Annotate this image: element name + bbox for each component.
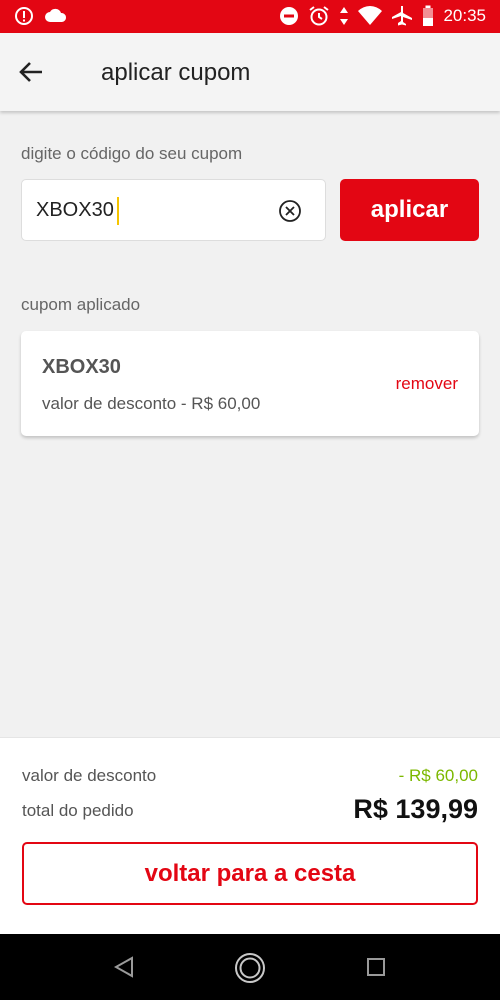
- data-arrows-icon: [339, 6, 349, 26]
- applied-coupon-code: XBOX30: [42, 356, 121, 378]
- coupon-code-input[interactable]: [36, 180, 276, 240]
- back-to-basket-button[interactable]: voltar para a cesta: [22, 842, 478, 905]
- alert-icon: [14, 6, 34, 26]
- text-caret: [117, 197, 119, 225]
- battery-icon: [422, 5, 434, 27]
- do-not-disturb-icon: [279, 6, 299, 26]
- alarm-icon: [308, 5, 330, 27]
- page-title: aplicar cupom: [101, 59, 251, 86]
- recents-square-icon[interactable]: [362, 952, 392, 982]
- applied-coupon-discount: valor de desconto - R$ 60,00: [42, 394, 261, 413]
- applied-coupon-card: XBOX30 valor de desconto - R$ 60,00 remo…: [21, 331, 479, 436]
- status-time: 20:35: [443, 6, 486, 25]
- clear-circle-icon[interactable]: [278, 199, 302, 223]
- apply-coupon-button[interactable]: aplicar: [340, 179, 479, 241]
- back-triangle-icon[interactable]: [110, 952, 140, 982]
- total-label: total do pedido: [22, 801, 134, 820]
- applied-coupon-label: cupom aplicado: [21, 295, 141, 314]
- system-nav-bar: [0, 934, 500, 1000]
- discount-value: - R$ 60,00: [398, 766, 478, 785]
- airplane-icon: [391, 5, 413, 27]
- remove-coupon-link[interactable]: remover: [396, 374, 458, 394]
- wifi-icon: [358, 6, 383, 26]
- home-circle-icon[interactable]: [234, 952, 265, 983]
- order-summary: valor de desconto - R$ 60,00 total do pe…: [0, 737, 500, 934]
- total-value: R$ 139,99: [353, 794, 478, 824]
- arrow-left-icon[interactable]: [16, 57, 46, 87]
- cloud-icon: [44, 7, 68, 25]
- status-bar-right: 20:35: [279, 5, 486, 27]
- coupon-prompt-label: digite o código do seu cupom: [21, 144, 243, 163]
- app-bar: aplicar cupom: [0, 33, 500, 111]
- status-bar: 20:35: [0, 0, 500, 33]
- discount-label: valor de desconto: [22, 766, 157, 785]
- status-bar-left: [14, 6, 68, 26]
